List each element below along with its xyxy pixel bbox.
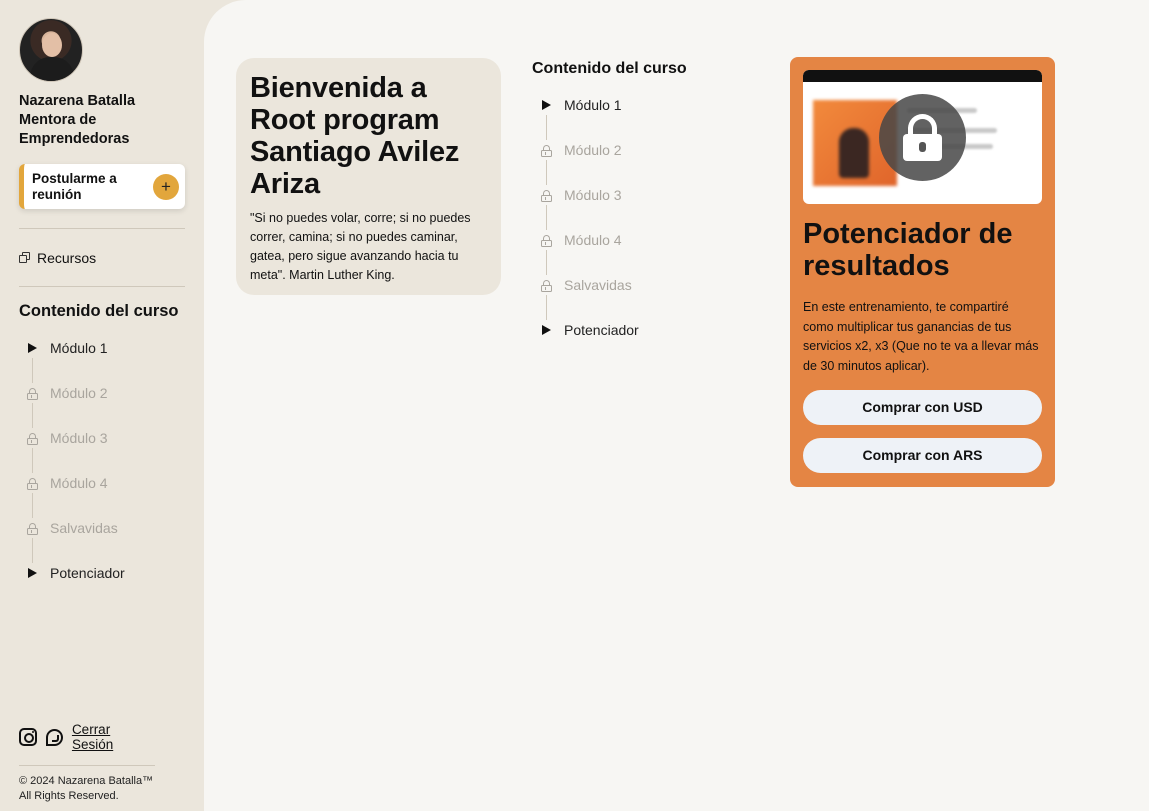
module-item[interactable]: Potenciador — [539, 320, 732, 340]
play-triangle-icon — [539, 100, 553, 110]
module-label: Módulo 1 — [50, 340, 108, 356]
module-connector — [32, 358, 33, 383]
lock-icon — [25, 432, 39, 445]
avatar — [19, 18, 83, 82]
module-item[interactable]: Módulo 3 — [539, 185, 732, 205]
module-item[interactable]: Módulo 4 — [25, 473, 185, 493]
divider — [19, 228, 185, 229]
sidebar: Nazarena Batalla Mentora de Emprendedora… — [0, 0, 204, 811]
locked-preview-image — [803, 70, 1042, 204]
lock-icon — [879, 94, 966, 181]
module-connector — [32, 403, 33, 428]
module-connector — [546, 250, 547, 275]
promo-title: Potenciador de resultados — [803, 218, 1013, 282]
module-item[interactable]: Salvavidas — [539, 275, 732, 295]
module-label: Salvavidas — [564, 277, 632, 293]
divider — [19, 765, 155, 766]
module-item[interactable]: Módulo 2 — [25, 383, 185, 403]
module-label: Potenciador — [564, 322, 639, 338]
sidebar-module-list: Módulo 1 Módulo 2 Módulo 3 Módulo 4 Salvavid… — [25, 338, 185, 583]
copyright-line: © 2024 Nazarena Batalla™ — [19, 775, 154, 787]
module-label: Módulo 4 — [564, 232, 622, 248]
module-label: Módulo 1 — [564, 97, 622, 113]
copyright-line: All Rights Reserved. — [19, 790, 119, 802]
module-item[interactable]: Módulo 1 — [25, 338, 185, 358]
module-label: Módulo 4 — [50, 475, 108, 491]
promo-card: Potenciador de resultados En este entren… — [790, 57, 1055, 487]
module-label: Módulo 3 — [50, 430, 108, 446]
whatsapp-icon[interactable] — [45, 728, 63, 746]
module-connector — [546, 205, 547, 230]
module-connector — [32, 448, 33, 473]
lock-icon — [25, 387, 39, 400]
module-label: Módulo 3 — [564, 187, 622, 203]
main-module-list: Módulo 1 Módulo 2 Módulo 3 Módulo 4 Salvavid… — [539, 95, 732, 340]
play-triangle-icon — [25, 343, 39, 353]
welcome-title: Bienvenida a Root program Santiago Avile… — [250, 72, 460, 200]
module-item[interactable]: Módulo 1 — [539, 95, 732, 115]
lock-icon — [539, 189, 553, 202]
profile-name: Nazarena Batalla Mentora de Emprendedora… — [19, 93, 136, 147]
module-label: Salvavidas — [50, 520, 118, 536]
buy-ars-button[interactable]: Comprar con ARS — [803, 438, 1042, 473]
module-item[interactable]: Módulo 2 — [539, 140, 732, 160]
module-connector — [546, 160, 547, 185]
lock-icon — [25, 522, 39, 535]
course-content: Contenido del curso Módulo 1 Módulo 2 Módu… — [532, 60, 732, 340]
buy-usd-button[interactable]: Comprar con USD — [803, 390, 1042, 425]
module-label: Módulo 2 — [564, 142, 622, 158]
social-links: Cerrar Sesión — [19, 722, 155, 752]
module-item[interactable]: Módulo 4 — [539, 230, 732, 250]
play-triangle-icon — [539, 325, 553, 335]
apply-meeting-button[interactable]: Postularme a reunión + — [19, 164, 185, 209]
plus-icon[interactable]: + — [153, 173, 179, 200]
promo-description: En este entrenamiento, te compartiré com… — [803, 300, 1039, 373]
apply-meeting-label: Postularme a reunión — [32, 170, 117, 202]
preview-header — [803, 70, 1042, 82]
logout-link[interactable]: Cerrar Sesión — [72, 722, 155, 752]
module-item[interactable]: Salvavidas — [25, 518, 185, 538]
resources-label: Recursos — [37, 250, 97, 266]
lock-icon — [539, 279, 553, 292]
sidebar-course-title: Contenido del curso — [19, 302, 179, 320]
module-item[interactable]: Módulo 3 — [25, 428, 185, 448]
resources-link[interactable]: Recursos — [19, 250, 185, 266]
lock-icon — [539, 234, 553, 247]
course-content-title: Contenido del curso — [532, 60, 687, 77]
module-item[interactable]: Potenciador — [25, 563, 185, 583]
lock-icon — [25, 477, 39, 490]
module-connector — [546, 115, 547, 140]
divider — [19, 286, 185, 287]
main-content: Bienvenida a Root program Santiago Avile… — [204, 0, 1149, 811]
play-triangle-icon — [25, 568, 39, 578]
module-connector — [32, 493, 33, 518]
lock-icon — [539, 144, 553, 157]
sidebar-footer: Cerrar Sesión © 2024 Nazarena Batalla™ A… — [19, 722, 155, 804]
welcome-card: Bienvenida a Root program Santiago Avile… — [236, 58, 501, 295]
copyright: © 2024 Nazarena Batalla™ All Rights Rese… — [19, 774, 155, 804]
module-connector — [32, 538, 33, 563]
module-label: Potenciador — [50, 565, 125, 581]
module-connector — [546, 295, 547, 320]
welcome-quote: "Si no puedes volar, corre; si no puedes… — [250, 211, 471, 282]
module-label: Módulo 2 — [50, 385, 108, 401]
copy-icon — [19, 252, 31, 264]
instagram-icon[interactable] — [19, 728, 37, 746]
